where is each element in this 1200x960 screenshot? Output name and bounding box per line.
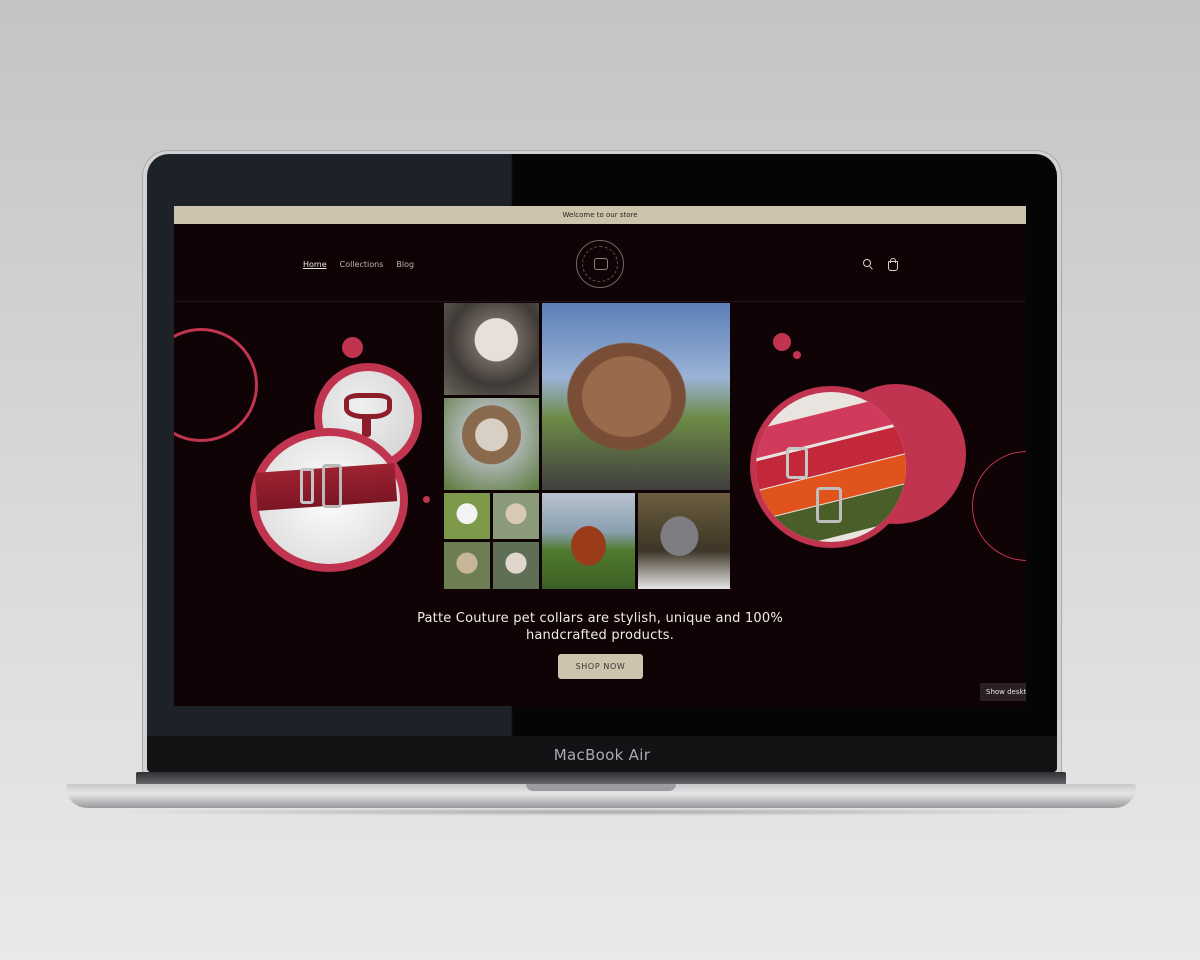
website-screen: Welcome to our store Home Collections Bl… <box>174 206 1026 706</box>
paw-icon <box>594 258 608 270</box>
decor-dot <box>342 337 363 358</box>
main-nav: Home Collections Blog <box>303 260 414 269</box>
site-header: Home Collections Blog <box>174 224 1026 302</box>
collar-photo-right <box>750 386 912 548</box>
dog-collage <box>444 303 730 589</box>
decor-ring-left <box>174 328 258 442</box>
dog-photo <box>638 493 730 589</box>
patte-couture-logo[interactable] <box>576 240 624 288</box>
nav-home[interactable]: Home <box>303 260 327 269</box>
announcement-bar: Welcome to our store <box>174 206 1026 224</box>
hero-tagline-line1: Patte Couture pet collars are stylish, u… <box>417 611 783 626</box>
hero-tagline-line2: handcrafted products. <box>525 628 675 643</box>
dog-photo <box>493 493 539 539</box>
dog-photo <box>444 542 490 589</box>
header-icons <box>862 258 898 271</box>
decor-dot-small <box>793 351 801 359</box>
device-label: MacBook Air <box>553 746 651 764</box>
decor-dot-small <box>423 496 430 503</box>
decor-dot <box>773 333 791 351</box>
cart-icon[interactable] <box>886 258 898 271</box>
nav-blog[interactable]: Blog <box>396 260 414 269</box>
dog-photo <box>444 303 539 395</box>
shop-now-button[interactable]: SHOP NOW <box>558 654 643 679</box>
dog-photo <box>444 493 490 539</box>
collar-photo-large <box>250 428 408 572</box>
dog-photo <box>542 303 730 490</box>
laptop-base <box>66 772 1136 816</box>
nav-collections[interactable]: Collections <box>340 260 384 269</box>
show-desktop-button[interactable]: Show desktop <box>980 683 1026 701</box>
lid-notch <box>526 784 676 791</box>
search-icon[interactable] <box>862 258 874 270</box>
dog-photo <box>493 542 539 589</box>
hero-tagline: Patte Couture pet collars are stylish, u… <box>174 610 1026 644</box>
dog-photo <box>444 398 539 490</box>
dog-photo <box>542 493 635 589</box>
decor-ring-right <box>972 451 1026 561</box>
laptop-shadow <box>96 808 1106 816</box>
laptop-chin: MacBook Air <box>147 736 1057 772</box>
